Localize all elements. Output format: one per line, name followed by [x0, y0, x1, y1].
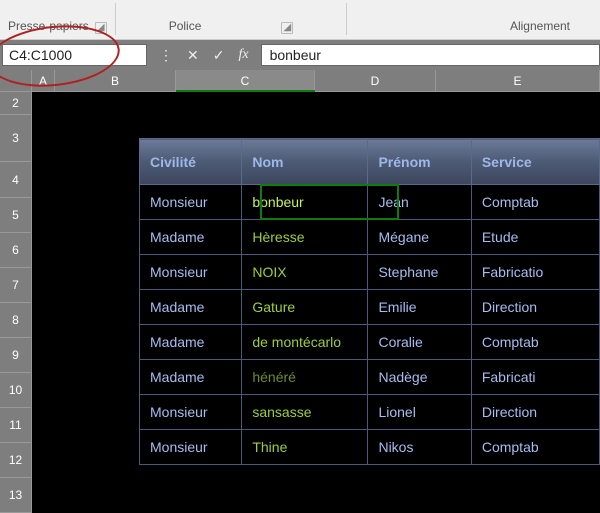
row-header-9[interactable]: 9 [0, 338, 32, 373]
col-header-E[interactable]: E [436, 70, 600, 92]
cell-nom[interactable]: Hèresse [242, 220, 368, 255]
table-row[interactable]: MadamehénéréNadègeFabricati [140, 360, 600, 395]
row-header-7[interactable]: 7 [0, 268, 32, 303]
cell-civilite[interactable]: Monsieur [140, 430, 242, 465]
cell-service[interactable]: Direction [471, 290, 599, 325]
col-header-B[interactable]: B [55, 70, 176, 92]
cell-service[interactable]: Etude [471, 220, 599, 255]
col-header-C[interactable]: C [176, 70, 315, 92]
cell-prenom[interactable]: Emilie [368, 290, 471, 325]
cell-nom[interactable]: de montécarlo [242, 325, 368, 360]
row-headers: 2345678910111213 [0, 92, 32, 513]
ribbon-label: Presse-papiers [8, 19, 89, 33]
cell-civilite[interactable]: Madame [140, 360, 242, 395]
row-header-2[interactable]: 2 [0, 92, 32, 115]
cell-civilite[interactable]: Monsieur [140, 395, 242, 430]
cell-prenom[interactable]: Nadège [368, 360, 471, 395]
row-header-12[interactable]: 12 [0, 443, 32, 478]
col-header-D[interactable]: D [315, 70, 436, 92]
row-header-11[interactable]: 11 [0, 408, 32, 443]
th-service[interactable]: Service [471, 139, 599, 185]
data-table: Civilité Nom Prénom Service Monsieurbonb… [139, 138, 600, 465]
ribbon-label: Alignement [510, 19, 570, 33]
cell-service[interactable]: Comptab [471, 325, 599, 360]
cell-service[interactable]: Fabricatio [471, 255, 599, 290]
table-row[interactable]: MadameGatureEmilieDirection [140, 290, 600, 325]
cell-nom[interactable]: NOIX [242, 255, 368, 290]
cell-service[interactable]: Comptab [471, 185, 599, 220]
table-row[interactable]: MadameHèresseMéganeEtude [140, 220, 600, 255]
cell-civilite[interactable]: Madame [140, 325, 242, 360]
row-header-13[interactable]: 13 [0, 478, 32, 513]
sheet-body[interactable]: Civilité Nom Prénom Service Monsieurbonb… [32, 92, 600, 513]
cell-service[interactable]: Direction [471, 395, 599, 430]
formula-input-value: bonbeur [270, 47, 321, 63]
row-header-4[interactable]: 4 [0, 162, 32, 198]
table-row[interactable]: Madamede montécarloCoralieComptab [140, 325, 600, 360]
table-row[interactable]: MonsieurbonbeurJeanComptab [140, 185, 600, 220]
column-headers: A B C D E [0, 70, 600, 92]
cell-prenom[interactable]: Stephane [368, 255, 471, 290]
cell-nom[interactable]: sansasse [242, 395, 368, 430]
formula-bar-controls: ⋮ ✕ ✓ fx [147, 47, 261, 64]
cell-nom[interactable]: Gature [242, 290, 368, 325]
row-header-8[interactable]: 8 [0, 303, 32, 338]
table-row[interactable]: MonsieursansasseLionelDirection [140, 395, 600, 430]
ribbon-group-clipboard[interactable]: Presse-papiers ◢ [0, 19, 115, 33]
select-all-corner[interactable] [0, 70, 32, 92]
formula-input[interactable]: bonbeur [261, 44, 600, 66]
cell-prenom[interactable]: Lionel [368, 395, 471, 430]
ribbon-label: Police [169, 19, 202, 33]
th-prenom[interactable]: Prénom [368, 139, 471, 185]
cell-prenom[interactable]: Jean [368, 185, 471, 220]
dropdown-icon[interactable]: ⋮ [159, 47, 173, 64]
cell-civilite[interactable]: Madame [140, 220, 242, 255]
ribbon-strip: Presse-papiers ◢ Police ◢ Alignement [0, 0, 600, 40]
col-header-A[interactable]: A [32, 70, 55, 92]
sheet-area: 2345678910111213 Civilité Nom Prénom Ser… [0, 92, 600, 513]
name-box[interactable]: C4:C1000 [2, 44, 147, 66]
cell-nom[interactable]: bonbeur [242, 185, 368, 220]
confirm-icon[interactable]: ✓ [213, 47, 225, 64]
row-header-10[interactable]: 10 [0, 373, 32, 408]
cancel-icon[interactable]: ✕ [187, 47, 199, 64]
column-selection-marker [176, 90, 315, 92]
name-box-value: C4:C1000 [9, 47, 72, 63]
cell-civilite[interactable]: Madame [140, 290, 242, 325]
cell-nom[interactable]: hénéré [242, 360, 368, 395]
cell-civilite[interactable]: Monsieur [140, 255, 242, 290]
cell-prenom[interactable]: Coralie [368, 325, 471, 360]
cell-service[interactable]: Fabricati [471, 360, 599, 395]
table-header-row: Civilité Nom Prénom Service [140, 139, 600, 185]
cell-prenom[interactable]: Mégane [368, 220, 471, 255]
row-header-5[interactable]: 5 [0, 198, 32, 233]
th-nom[interactable]: Nom [242, 139, 368, 185]
row-header-3[interactable]: 3 [0, 115, 32, 162]
formula-bar: C4:C1000 ⋮ ✕ ✓ fx bonbeur [0, 40, 600, 70]
cell-civilite[interactable]: Monsieur [140, 185, 242, 220]
expand-icon[interactable]: ◢ [95, 22, 107, 34]
expand-icon[interactable]: ◢ [281, 22, 293, 34]
row-header-6[interactable]: 6 [0, 233, 32, 268]
fx-icon[interactable]: fx [238, 47, 248, 63]
cell-service[interactable]: Comptab [471, 430, 599, 465]
cell-prenom[interactable]: Nikos [368, 430, 471, 465]
ribbon-group-alignment[interactable]: Alignement [347, 19, 600, 33]
th-civilite[interactable]: Civilité [140, 139, 242, 185]
ribbon-group-font[interactable]: Police ◢ [116, 19, 347, 33]
cell-nom[interactable]: Thine [242, 430, 368, 465]
table-row[interactable]: MonsieurNOIXStephaneFabricatio [140, 255, 600, 290]
table-row[interactable]: MonsieurThineNikosComptab [140, 430, 600, 465]
